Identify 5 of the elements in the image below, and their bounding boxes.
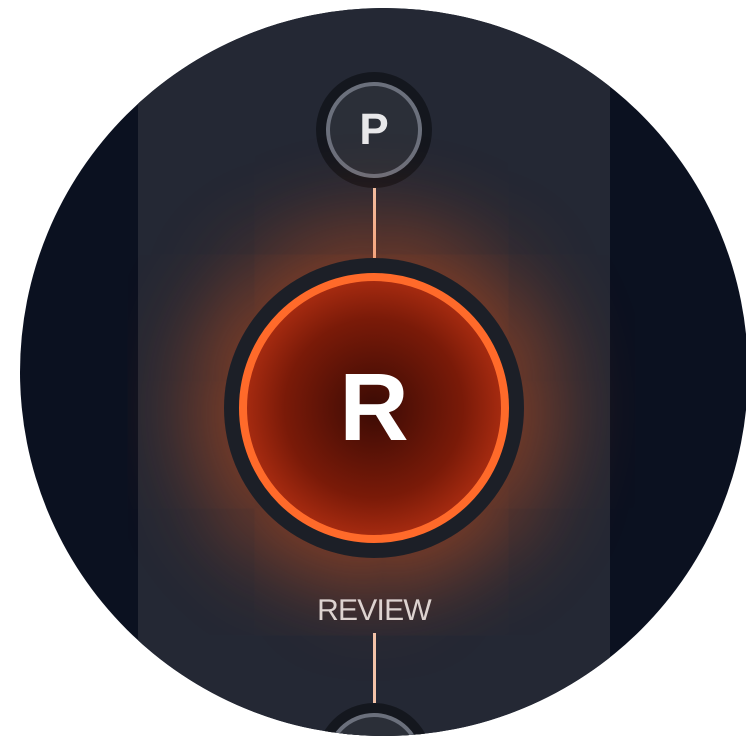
connector-line xyxy=(372,188,376,258)
connector-line xyxy=(372,633,376,703)
gear-button[interactable]: P xyxy=(316,72,432,188)
gear-caption: REVIEW xyxy=(317,593,431,629)
gear-button[interactable]: R xyxy=(224,258,524,558)
